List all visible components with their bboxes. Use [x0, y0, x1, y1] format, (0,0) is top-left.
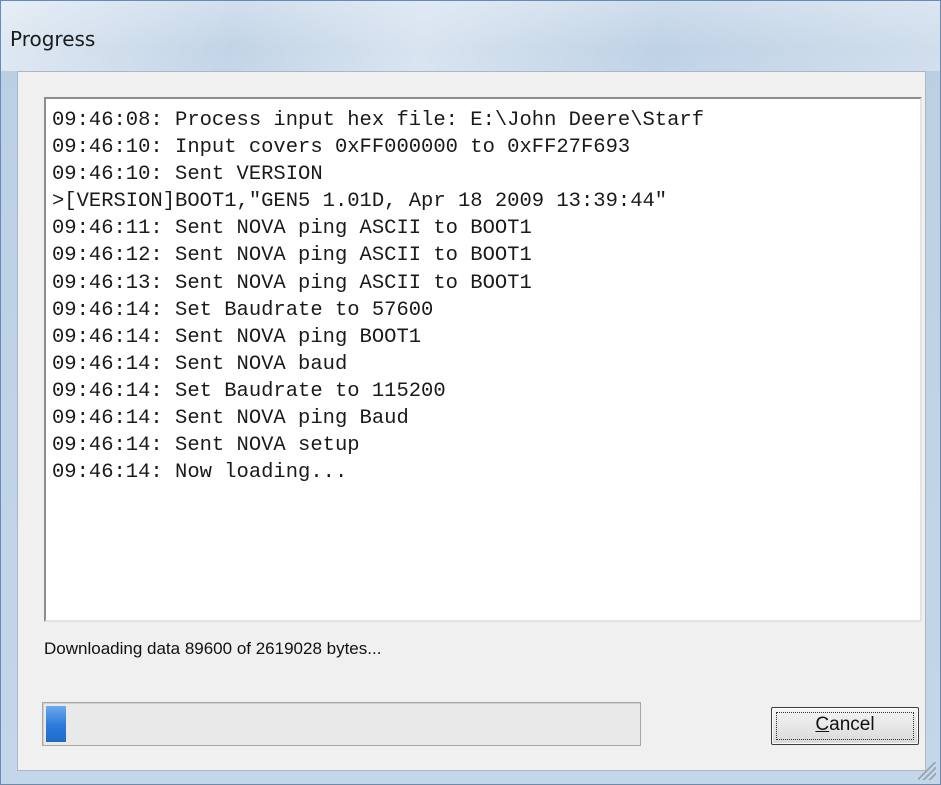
- log-line: 09:46:10: Input covers 0xFF000000 to 0xF…: [52, 136, 631, 160]
- title-bar[interactable]: Progress: [1, 1, 940, 71]
- cancel-button[interactable]: Cancel: [771, 707, 919, 745]
- dialog-body: 09:46:08: Process input hex file: E:\Joh…: [17, 71, 926, 771]
- resize-grip-icon[interactable]: [918, 762, 936, 780]
- log-line: 09:46:10: Sent VERSION: [52, 163, 323, 187]
- progress-dialog: Progress 09:46:08: Process input hex fil…: [0, 0, 941, 785]
- log-line: 09:46:14: Sent NOVA baud: [52, 352, 348, 376]
- log-line: 09:46:14: Set Baudrate to 115200: [52, 379, 446, 403]
- log-lines: 09:46:08: Process input hex file: E:\Joh…: [52, 107, 704, 486]
- window-title: Progress: [10, 27, 96, 51]
- cancel-label-rest: ancel: [829, 714, 875, 735]
- log-line: 09:46:12: Sent NOVA ping ASCII to BOOT1: [52, 244, 532, 268]
- log-line: 09:46:11: Sent NOVA ping ASCII to BOOT1: [52, 217, 532, 241]
- status-text: Downloading data 89600 of 2619028 bytes.…: [44, 639, 382, 658]
- log-line: 09:46:14: Set Baudrate to 57600: [52, 298, 434, 322]
- log-line: 09:46:14: Sent NOVA ping Baud: [52, 407, 409, 431]
- log-line: >[VERSION]BOOT1,"GEN5 1.01D, Apr 18 2009…: [52, 190, 668, 214]
- progress-fill: [46, 706, 66, 742]
- log-line: 09:46:14: Sent NOVA setup: [52, 434, 360, 458]
- log-line: 09:46:14: Now loading...: [52, 461, 348, 485]
- progress-bar: [42, 702, 641, 746]
- cancel-mnemonic: C: [815, 714, 830, 735]
- log-line: 09:46:13: Sent NOVA ping ASCII to BOOT1: [52, 271, 532, 295]
- log-output[interactable]: 09:46:08: Process input hex file: E:\Joh…: [44, 97, 922, 622]
- log-line: 09:46:08: Process input hex file: E:\Joh…: [52, 109, 705, 132]
- cancel-button-label: Cancel: [772, 714, 918, 736]
- log-line: 09:46:14: Sent NOVA ping BOOT1: [52, 325, 422, 349]
